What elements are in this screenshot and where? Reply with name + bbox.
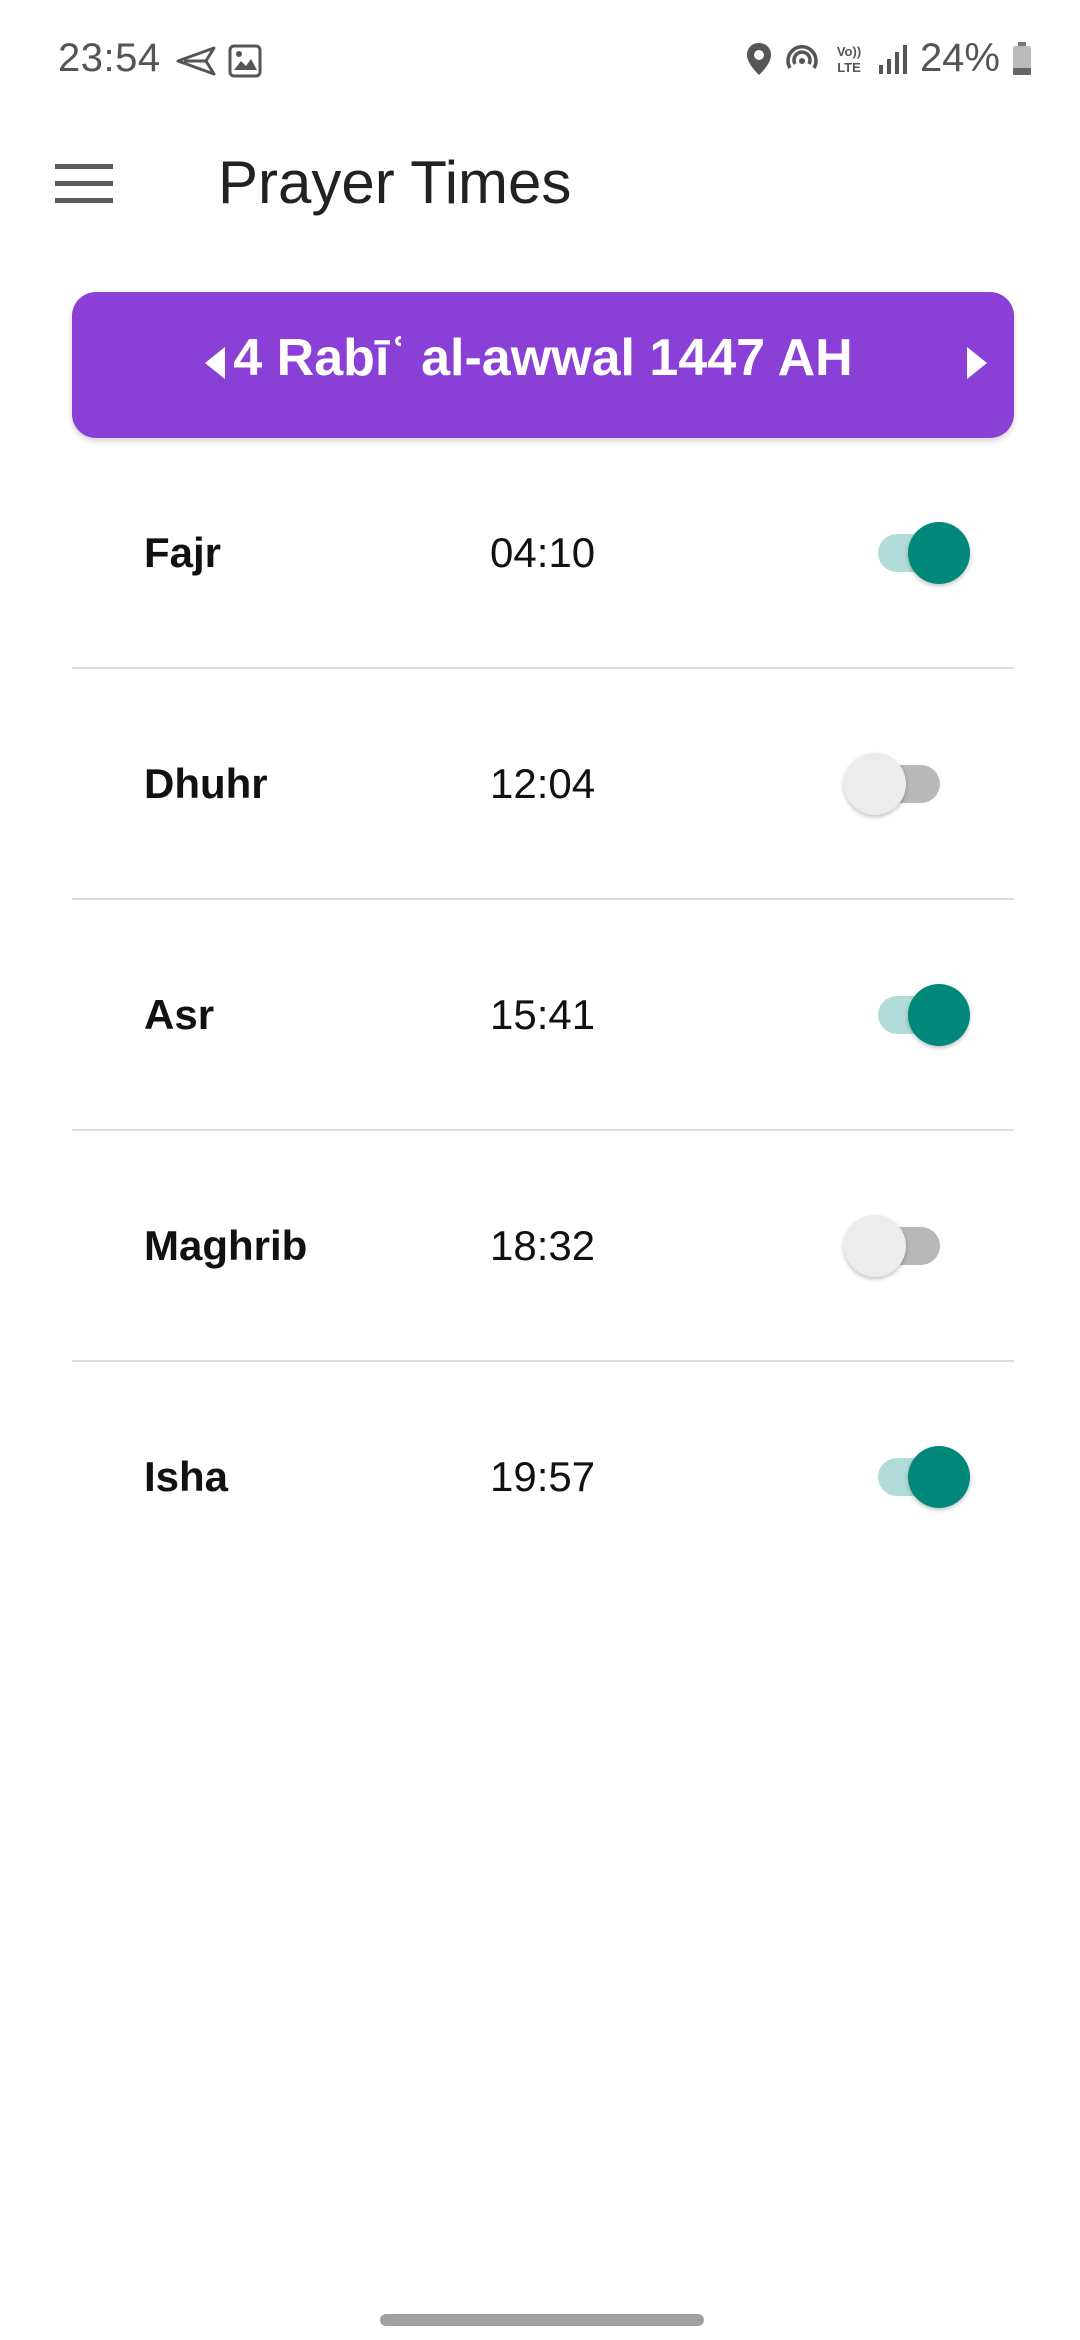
toggle-thumb bbox=[844, 752, 906, 815]
app-bar: Prayer Times bbox=[0, 124, 1080, 244]
location-icon bbox=[746, 42, 772, 76]
prayer-row-fajr: Fajr 04:10 bbox=[72, 438, 1014, 669]
toggle-thumb bbox=[908, 1445, 970, 1508]
next-day-button[interactable] bbox=[942, 330, 1012, 400]
hijri-date-label: 4 Rabīʿ al-awwal 1447 AH bbox=[233, 329, 853, 387]
hotspot-icon bbox=[784, 42, 820, 76]
toggle-thumb bbox=[844, 1214, 906, 1277]
prayer-row-dhuhr: Dhuhr 12:04 bbox=[72, 669, 1014, 900]
send-icon bbox=[176, 46, 216, 76]
prayer-time: 19:57 bbox=[490, 1452, 596, 1500]
prayer-time: 15:41 bbox=[490, 990, 596, 1038]
battery-percent: 24% bbox=[919, 36, 1000, 80]
fajr-alarm-toggle[interactable] bbox=[868, 521, 970, 584]
volte-icon: Vo)) LTE bbox=[832, 42, 866, 76]
dhuhr-alarm-toggle[interactable] bbox=[844, 752, 944, 815]
status-notification-icons bbox=[176, 44, 262, 78]
prayer-name: Dhuhr bbox=[144, 759, 268, 807]
isha-alarm-toggle[interactable] bbox=[868, 1445, 970, 1508]
prayer-time: 04:10 bbox=[490, 528, 596, 576]
status-system-icons: Vo)) LTE 24% bbox=[746, 36, 1032, 81]
home-gesture-bar[interactable] bbox=[380, 2314, 704, 2326]
prayer-name: Maghrib bbox=[144, 1221, 308, 1269]
status-time: 23:54 bbox=[58, 36, 161, 80]
arrow-right-icon bbox=[965, 346, 989, 385]
image-icon bbox=[228, 44, 262, 78]
toggle-thumb bbox=[908, 521, 970, 584]
menu-button[interactable] bbox=[38, 150, 130, 222]
asr-alarm-toggle[interactable] bbox=[868, 983, 970, 1046]
status-bar: 23:54 Vo)) LTE 24% bbox=[0, 0, 1080, 124]
prayer-time: 12:04 bbox=[490, 759, 596, 807]
prayer-name: Asr bbox=[144, 990, 215, 1038]
prayer-row-asr: Asr 15:41 bbox=[72, 900, 1014, 1131]
prayer-row-isha: Isha 19:57 bbox=[72, 1362, 1014, 1591]
menu-icon bbox=[55, 163, 113, 210]
prayer-time: 18:32 bbox=[490, 1221, 596, 1269]
prayer-row-maghrib: Maghrib 18:32 bbox=[72, 1131, 1014, 1362]
page-title: Prayer Times bbox=[218, 149, 572, 216]
maghrib-alarm-toggle[interactable] bbox=[844, 1214, 944, 1277]
prayer-name: Fajr bbox=[144, 528, 222, 576]
date-selector: 4 Rabīʿ al-awwal 1447 AH bbox=[72, 292, 1014, 438]
prayer-name: Isha bbox=[144, 1452, 229, 1500]
svg-text:LTE: LTE bbox=[837, 60, 861, 75]
battery-icon bbox=[1012, 41, 1032, 76]
toggle-thumb bbox=[908, 983, 970, 1046]
signal-icon bbox=[878, 43, 908, 75]
svg-text:Vo)): Vo)) bbox=[837, 44, 861, 59]
prayer-list: Fajr 04:10 Dhuhr 12:04 Asr 15:41 Maghrib… bbox=[72, 438, 1014, 1591]
